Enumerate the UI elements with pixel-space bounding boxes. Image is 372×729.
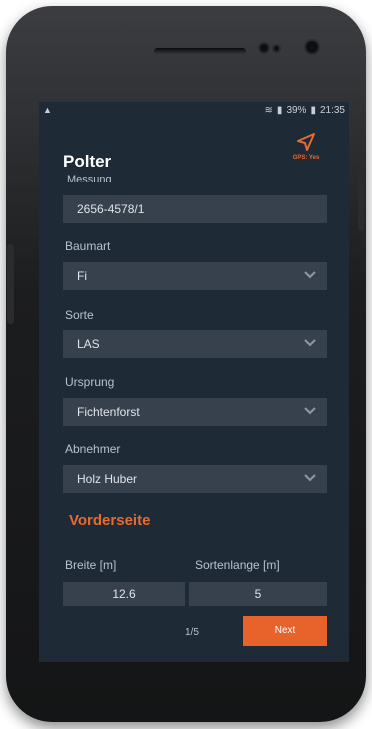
baumart-select[interactable]: Fi [63,262,327,290]
sorte-value: LAS [77,337,100,351]
status-bar: ▲ ≋ ▮ 39% ▮ 21:35 [39,102,349,120]
ursprung-select[interactable]: Fichtenforst [63,398,327,426]
page-title: Polter [63,152,112,171]
sorte-select[interactable]: LAS [63,330,327,358]
power-button [358,171,364,231]
sortenlange-value: 5 [254,587,262,601]
baumart-value: Fi [77,269,87,283]
phone-frame: ▲ ≋ ▮ 39% ▮ 21:35 Polter GPS: Yes Messun… [6,6,366,722]
clock: 21:35 [319,105,345,116]
sortenlange-label: Sortenlange [m] [195,558,280,572]
ursprung-value: Fichtenforst [77,405,140,419]
wifi-icon: ≋ [264,105,273,116]
breite-value: 12.6 [112,587,136,601]
front-camera-lens [306,41,318,53]
front-camera [260,44,268,52]
chevron-down-icon [304,407,316,415]
section-title: Vorderseite [69,512,151,529]
abnehmer-select[interactable]: Holz Huber [63,465,327,493]
app-screen: ▲ ≋ ▮ 39% ▮ 21:35 Polter GPS: Yes Messun… [39,102,349,662]
earpiece-speaker [154,48,246,54]
next-button[interactable]: Next [243,616,327,646]
messung-field[interactable]: 2656-4578/1 [63,195,327,223]
volume-button [7,244,14,324]
baumart-label: Baumart [65,239,111,253]
breite-input[interactable]: 12.6 [63,582,185,606]
chevron-down-icon [304,271,316,279]
messung-label: Messung [67,174,112,182]
messung-value: 2656-4578/1 [77,202,145,216]
gps-status: GPS: Yes [292,155,320,161]
sortenlange-input[interactable]: 5 [189,582,327,606]
gps-indicator[interactable]: GPS: Yes [281,132,331,161]
gps-navigation-icon [297,133,315,151]
status-right: ≋ ▮ 39% ▮ 21:35 [265,105,345,116]
notification-icon: ▲ [43,105,52,115]
chevron-down-icon [304,339,316,347]
signal-icon: ▮ [276,105,283,116]
ursprung-label: Ursprung [65,375,115,389]
battery-icon: ▮ [310,105,316,116]
sorte-label: Sorte [65,308,94,322]
abnehmer-value: Holz Huber [77,472,138,486]
abnehmer-label: Abnehmer [65,442,121,456]
battery-percent: 39% [286,105,307,116]
breite-label: Breite [m] [65,558,117,572]
sensor [274,46,279,51]
page-indicator: 1/5 [185,627,199,638]
chevron-down-icon [304,474,316,482]
